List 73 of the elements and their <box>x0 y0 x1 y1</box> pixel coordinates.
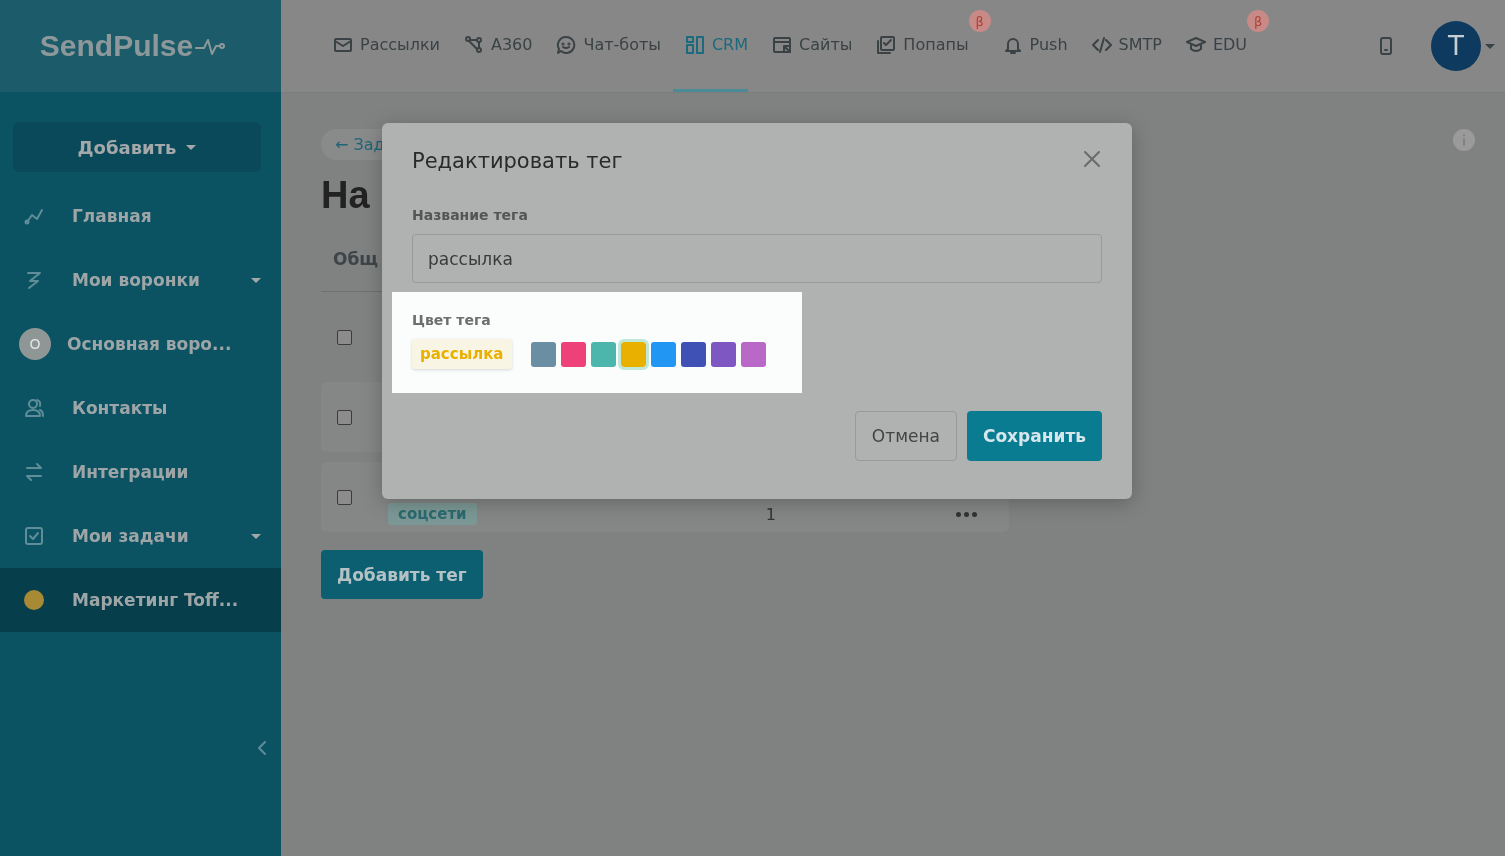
checkbox[interactable] <box>337 409 352 425</box>
color-swatch[interactable] <box>560 341 586 367</box>
columns-icon <box>684 34 705 55</box>
color-swatch[interactable] <box>740 341 766 367</box>
table-cell: 1 <box>765 504 776 524</box>
more-icon[interactable] <box>956 511 977 517</box>
nav-tab[interactable]: Сайты <box>760 0 853 92</box>
nav-tab[interactable]: SMTP <box>1079 0 1162 92</box>
sidebar-label: Мои задачи <box>72 526 190 546</box>
color-swatch[interactable] <box>680 341 706 367</box>
arrows-icon <box>24 462 44 482</box>
checkbox[interactable] <box>337 329 352 345</box>
tag-preview: рассылка <box>412 339 512 369</box>
chevron-left-icon <box>257 740 267 756</box>
sidebar-label: Интеграции <box>72 462 190 482</box>
chat-icon <box>556 34 577 55</box>
nav-tab[interactable]: Чат-боты <box>544 0 661 92</box>
popup-icon <box>876 34 897 55</box>
graduation-cap-icon <box>1185 34 1206 55</box>
color-swatch[interactable] <box>530 341 556 367</box>
sidebar-item[interactable]: Главная <box>0 184 281 248</box>
sidebar-item[interactable]: Маркетинг Toff... <box>0 568 281 632</box>
beta-badge: β <box>1247 10 1270 32</box>
sidebar-item[interactable]: Мои воронки <box>0 248 281 312</box>
checkbox-icon <box>24 526 44 546</box>
code-icon <box>1091 34 1112 55</box>
sidebar-item[interactable]: Интеграции <box>0 440 281 504</box>
pulse-icon <box>195 36 226 56</box>
field-label: Цвет тега <box>412 312 492 328</box>
checkbox[interactable] <box>337 489 352 505</box>
sidebar-label: Маркетинг Toff... <box>72 590 240 610</box>
people-icon <box>24 398 44 418</box>
color-swatch[interactable] <box>710 341 736 367</box>
nav-tab[interactable]: Рассылки <box>321 0 440 92</box>
info-icon <box>1452 128 1476 152</box>
page-heading: На <box>321 174 370 217</box>
sidebar-label: Мои воронки <box>72 270 201 290</box>
logo: SendPulse <box>39 29 226 63</box>
caret-icon <box>1485 43 1495 49</box>
save-button[interactable]: Сохранить <box>966 411 1102 461</box>
nav-tab[interactable]: A360 <box>451 0 533 92</box>
add-tag-button[interactable]: Добавить тег <box>321 550 483 599</box>
beta-badge: β <box>968 10 991 32</box>
color-swatch[interactable] <box>650 341 676 367</box>
nav-tab[interactable]: Попапы <box>864 0 969 92</box>
tab[interactable]: Общ <box>333 249 379 269</box>
user-avatar[interactable]: T <box>1431 21 1481 71</box>
sidebar-item[interactable]: Контакты <box>0 376 281 440</box>
input-field[interactable]: рассылка <box>412 234 1102 283</box>
nav-tab[interactable]: EDU <box>1173 0 1248 92</box>
phone-icon <box>1379 36 1393 56</box>
nav-tab[interactable]: Push <box>990 0 1068 92</box>
line-chart-icon <box>24 206 44 226</box>
color-swatch[interactable] <box>620 341 646 367</box>
avatar: О <box>19 328 51 360</box>
browser-icon <box>772 34 793 55</box>
sidebar-label: Основная воро... <box>67 334 233 354</box>
tag: соцсети <box>388 503 477 525</box>
nodes-icon <box>463 34 484 55</box>
field-label: Название тега <box>412 207 529 223</box>
sidebar-item[interactable]: Мои задачи <box>0 504 281 568</box>
add-button[interactable]: Добавить <box>13 122 261 172</box>
caret-icon <box>251 533 261 539</box>
modal-title: Редактировать тег <box>412 149 623 173</box>
color-swatch[interactable] <box>590 341 616 367</box>
close-icon[interactable] <box>1084 151 1100 167</box>
caret-icon <box>186 144 197 150</box>
caret-icon <box>251 277 261 283</box>
sidebar-label: Контакты <box>72 398 169 418</box>
sidebar-item[interactable]: О Основная воро... <box>0 312 281 376</box>
sidebar-label: Главная <box>72 206 153 226</box>
lightning-icon <box>24 270 44 290</box>
cancel-button[interactable]: Отмена <box>854 411 957 461</box>
